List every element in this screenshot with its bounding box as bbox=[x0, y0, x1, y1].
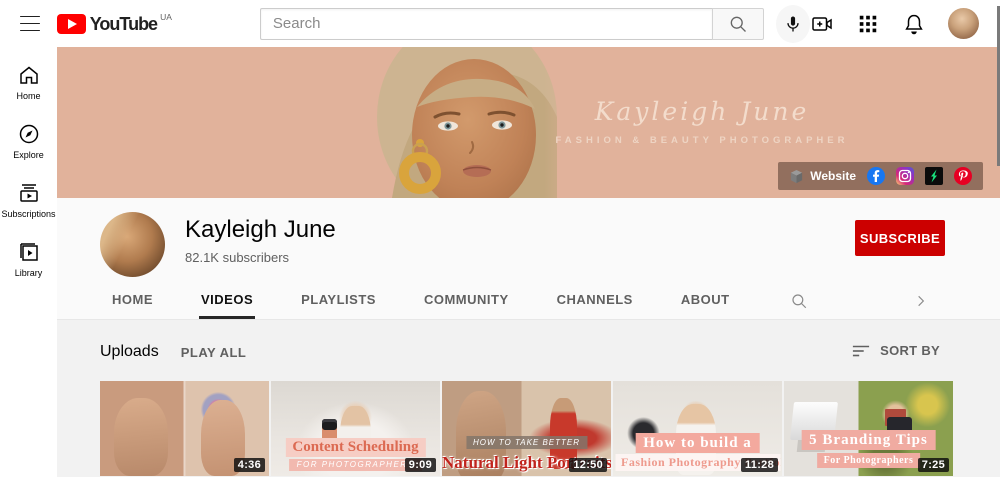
uploads-title: Uploads bbox=[100, 343, 159, 360]
search-button[interactable] bbox=[711, 7, 764, 40]
top-navigation-bar: YouTube UA bbox=[0, 0, 1000, 47]
apps-grid-icon[interactable] bbox=[856, 12, 880, 36]
topbar-actions bbox=[810, 8, 979, 39]
explore-compass-icon bbox=[19, 124, 38, 144]
notifications-bell-icon[interactable] bbox=[902, 12, 926, 36]
video-duration: 7:25 bbox=[917, 458, 949, 472]
channel-tabs: HOME VIDEOS PLAYLISTS COMMUNITY CHANNELS… bbox=[57, 283, 1000, 320]
sidebar-mini-guide: Home Explore Subscriptions Library bbox=[0, 47, 57, 477]
sidebar-item-label: Library bbox=[14, 268, 43, 278]
tab-playlists[interactable]: PLAYLISTS bbox=[299, 283, 378, 319]
video-thumbnails-row: 4:36 Content Scheduling FOR PHOTOGRAPHER… bbox=[100, 381, 1000, 476]
tabs-scroll-right-chevron[interactable] bbox=[914, 283, 928, 319]
video-duration: 4:36 bbox=[233, 458, 265, 472]
banner-branding: Kayleigh June FASHION & BEAUTY PHOTOGRAP… bbox=[537, 97, 867, 146]
channel-header: Kayleigh June 82.1K subscribers SUBSCRIB… bbox=[57, 198, 1000, 283]
hamburger-menu-icon[interactable] bbox=[20, 15, 40, 32]
video-duration: 11:28 bbox=[740, 458, 778, 472]
tab-home[interactable]: HOME bbox=[110, 283, 155, 319]
uploads-section: Uploads PLAY ALL SORT BY 4:36 Content Sc… bbox=[57, 320, 1000, 477]
youtube-logo[interactable]: YouTube UA bbox=[56, 11, 172, 34]
tab-videos[interactable]: VIDEOS bbox=[199, 283, 256, 319]
thumbnail-title-text: Content Scheduling bbox=[285, 438, 426, 457]
sort-icon bbox=[853, 345, 870, 356]
instagram-icon[interactable] bbox=[896, 167, 914, 185]
account-avatar[interactable] bbox=[948, 8, 979, 39]
main-content: Kayleigh June FASHION & BEAUTY PHOTOGRAP… bbox=[57, 47, 1000, 477]
video-duration: 9:09 bbox=[404, 458, 436, 472]
thumbnail-subtitle-text: FOR PHOTOGRAPHERS bbox=[288, 459, 423, 471]
youtube-play-icon bbox=[56, 13, 86, 34]
channel-banner: Kayleigh June FASHION & BEAUTY PHOTOGRAP… bbox=[57, 47, 1000, 198]
tab-community[interactable]: COMMUNITY bbox=[422, 283, 511, 319]
sidebar-item-home[interactable]: Home bbox=[0, 63, 57, 101]
youtube-logo-text: YouTube bbox=[89, 13, 158, 34]
sidebar-item-library[interactable]: Library bbox=[0, 240, 57, 278]
play-all-button[interactable]: PLAY ALL bbox=[181, 345, 247, 360]
pinterest-icon[interactable] bbox=[954, 167, 972, 185]
video-thumbnail-3[interactable]: HOW TO TAKE BETTER Natural Light Portrai… bbox=[442, 381, 611, 476]
video-thumbnail-2[interactable]: Content Scheduling FOR PHOTOGRAPHERS 9:0… bbox=[271, 381, 440, 476]
banner-links-overlay: Website bbox=[778, 162, 983, 190]
subscriptions-icon bbox=[19, 184, 38, 202]
thumbnail-title-text: 5 Branding Tips bbox=[801, 430, 936, 450]
sidebar-item-subscriptions[interactable]: Subscriptions bbox=[0, 181, 57, 219]
thumbnail-title-text: How to build a bbox=[635, 433, 760, 453]
library-icon bbox=[19, 243, 38, 261]
channel-meta: Kayleigh June 82.1K subscribers bbox=[185, 216, 336, 265]
search-bar bbox=[259, 7, 764, 40]
website-icon bbox=[791, 169, 803, 183]
banner-tagline: FASHION & BEAUTY PHOTOGRAPHER bbox=[555, 135, 849, 146]
tab-about[interactable]: ABOUT bbox=[679, 283, 732, 319]
tab-channels[interactable]: CHANNELS bbox=[555, 283, 635, 319]
video-thumbnail-1[interactable]: 4:36 bbox=[100, 381, 269, 476]
sidebar-item-explore[interactable]: Explore bbox=[0, 122, 57, 160]
video-thumbnail-5[interactable]: 5 Branding Tips For Photographers 7:25 bbox=[784, 381, 953, 476]
youtube-channel-page: YouTube UA Home bbox=[0, 0, 1000, 477]
search-icon bbox=[730, 16, 746, 32]
home-icon bbox=[19, 66, 38, 84]
country-badge: UA bbox=[160, 11, 172, 22]
create-video-icon[interactable] bbox=[810, 12, 834, 36]
channel-search-icon[interactable] bbox=[790, 283, 808, 319]
subscriber-count: 82.1K subscribers bbox=[185, 250, 290, 265]
microphone-icon bbox=[787, 16, 799, 31]
channel-avatar[interactable] bbox=[100, 212, 165, 277]
sort-by-button[interactable]: SORT BY bbox=[852, 343, 940, 358]
subscribe-button[interactable]: SUBSCRIBE bbox=[855, 220, 945, 256]
website-link-label: Website bbox=[810, 169, 856, 183]
sidebar-item-label: Subscriptions bbox=[1, 209, 56, 219]
voice-search-button[interactable] bbox=[775, 4, 810, 43]
channel-name: Kayleigh June bbox=[185, 216, 336, 243]
video-thumbnail-4[interactable]: How to build a Fashion Photography Portf… bbox=[613, 381, 782, 476]
website-link[interactable]: Website bbox=[789, 169, 856, 184]
banner-channel-name: Kayleigh June bbox=[594, 97, 810, 126]
facebook-icon[interactable] bbox=[867, 167, 885, 185]
video-duration: 12:50 bbox=[569, 458, 607, 472]
sidebar-item-label: Home bbox=[16, 91, 41, 101]
search-input[interactable] bbox=[259, 7, 712, 40]
thumbnail-kicker-text: HOW TO TAKE BETTER bbox=[465, 436, 588, 449]
sidebar-item-label: Explore bbox=[13, 150, 44, 160]
fstoppers-icon[interactable] bbox=[925, 167, 943, 185]
thumbnail-subtitle-text: For Photographers bbox=[816, 453, 921, 468]
sort-by-label: SORT BY bbox=[880, 343, 940, 358]
